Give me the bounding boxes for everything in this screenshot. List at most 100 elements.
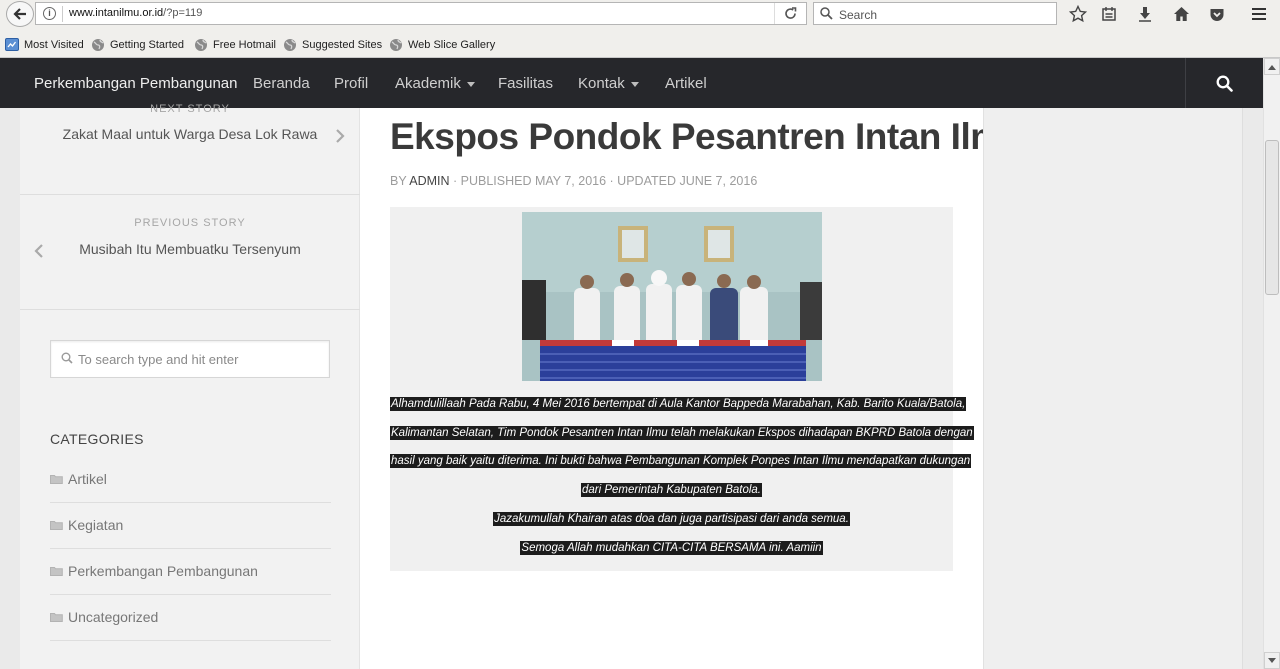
bookmark-getting-started[interactable]: Getting Started — [91, 38, 184, 52]
reading-list-icon — [1102, 7, 1116, 21]
caption-text: dari Pemerintah Kabupaten Batola. — [580, 483, 762, 497]
reading-list-button[interactable] — [1098, 4, 1120, 24]
search-icon — [820, 7, 833, 20]
divider — [20, 194, 360, 195]
group-photo-image — [522, 212, 822, 381]
site-navbar: Perkembangan Pembangunan Beranda Profil … — [0, 58, 1263, 108]
nav-item-fasilitas[interactable]: Fasilitas — [498, 75, 553, 92]
chevron-right-icon[interactable] — [335, 128, 345, 144]
download-icon — [1139, 7, 1151, 22]
left-sidebar: NEXT STORY Zakat Maal untuk Warga Desa L… — [20, 103, 360, 669]
reload-icon — [785, 7, 797, 19]
category-item-kegiatan[interactable]: Kegiatan — [50, 503, 331, 549]
post-meta: BY ADMIN · PUBLISHED MAY 7, 2016 · UPDAT… — [390, 174, 757, 188]
caption-text: Kalimantan Selatan, Tim Pondok Pesantren… — [390, 426, 974, 440]
menu-button[interactable] — [1248, 4, 1270, 24]
reload-button[interactable] — [774, 3, 806, 24]
nav-item-beranda[interactable]: Beranda — [253, 75, 310, 92]
post-photo[interactable] — [522, 212, 822, 381]
menu-icon — [1252, 8, 1266, 20]
nav-item-label: Kontak — [578, 75, 625, 92]
browser-toolbar: i www.intanilmu.or.id/?p=119 Search — [0, 0, 1280, 30]
triangle-down-icon — [1268, 657, 1276, 663]
url-text[interactable]: www.intanilmu.or.id/?p=119 — [69, 7, 202, 19]
caret-down-icon — [630, 81, 639, 87]
nav-item-artikel[interactable]: Artikel — [665, 75, 707, 92]
category-item-perkembangan-pembangunan[interactable]: Perkembangan Pembangunan — [50, 549, 331, 595]
caption-line: dari Pemerintah Kabupaten Batola. — [390, 483, 953, 497]
caption-text: Alhamdulillaah Pada Rabu, 4 Mei 2016 ber… — [390, 397, 967, 411]
next-story-link[interactable]: Zakat Maal untuk Warga Desa Lok Rawa — [20, 126, 360, 142]
globe-icon — [284, 39, 296, 51]
folder-icon — [50, 567, 63, 576]
right-sidebar — [983, 108, 1243, 669]
category-label: Uncategorized — [68, 609, 159, 625]
home-button[interactable] — [1170, 4, 1192, 24]
caption-line: Kalimantan Selatan, Tim Pondok Pesantren… — [390, 426, 974, 440]
bookmarks-bar: Most Visited Getting Started Free Hotmai… — [0, 36, 1280, 56]
nav-search-button[interactable] — [1185, 58, 1263, 108]
post-title: Ekspos Pondok Pesantren Intan Ilmu — [390, 116, 1025, 157]
bookmark-label: Web Slice Gallery — [408, 39, 496, 51]
browser-search-input[interactable]: Search — [813, 2, 1057, 25]
caption-text: hasil yang baik yaitu diterima. Ini bukt… — [390, 454, 972, 468]
category-item-artikel[interactable]: Artikel — [50, 457, 331, 503]
star-icon — [1069, 5, 1087, 23]
caption-line: Semoga Allah mudahkan CITA-CITA BERSAMA … — [390, 541, 953, 555]
chevron-left-icon[interactable] — [34, 243, 44, 259]
search-icon — [61, 352, 73, 364]
globe-icon — [92, 39, 104, 51]
sidebar-search-input[interactable]: To search type and hit enter — [50, 340, 330, 378]
downloads-button[interactable] — [1134, 4, 1156, 24]
previous-story-link[interactable]: Musibah Itu Membuatku Tersenyum — [20, 241, 360, 257]
scroll-down-button[interactable] — [1264, 652, 1280, 669]
scrollbar-thumb[interactable] — [1265, 140, 1279, 295]
pocket-icon — [1210, 8, 1224, 21]
bookmark-label: Suggested Sites — [302, 39, 383, 51]
sidebar-search-placeholder: To search type and hit enter — [78, 352, 239, 367]
meta-by: BY — [390, 174, 410, 188]
meta-dates: · PUBLISHED MAY 7, 2016 · UPDATED JUNE 7… — [449, 174, 758, 188]
nav-item-profil[interactable]: Profil — [334, 75, 368, 92]
caption-text: Semoga Allah mudahkan CITA-CITA BERSAMA … — [520, 541, 823, 555]
category-item-uncategorized[interactable]: Uncategorized — [50, 595, 331, 641]
folder-icon — [50, 613, 63, 622]
bookmark-label: Most Visited — [24, 38, 84, 51]
home-icon — [1173, 7, 1189, 21]
bookmark-most-visited[interactable]: Most Visited — [5, 38, 84, 51]
folder-icon — [50, 475, 63, 484]
vertical-scrollbar[interactable] — [1263, 58, 1280, 669]
bookmark-star-button[interactable] — [1067, 4, 1089, 24]
category-label: Artikel — [68, 471, 107, 487]
url-domain: www.intanilmu.or.id — [69, 7, 164, 19]
globe-icon — [195, 39, 207, 51]
url-bar[interactable]: i www.intanilmu.or.id/?p=119 — [35, 2, 807, 25]
caret-down-icon — [466, 81, 475, 87]
nav-item-kontak[interactable]: Kontak — [578, 75, 639, 92]
nav-item-akademik[interactable]: Akademik — [395, 75, 475, 92]
author-link[interactable]: ADMIN — [409, 174, 449, 188]
post-body: Alhamdulillaah Pada Rabu, 4 Mei 2016 ber… — [390, 207, 974, 571]
pocket-button[interactable] — [1206, 4, 1228, 24]
divider — [20, 309, 360, 310]
category-label: Perkembangan Pembangunan — [68, 563, 258, 579]
nav-item-label: Akademik — [395, 75, 461, 92]
category-label: Kegiatan — [68, 517, 124, 533]
back-arrow-icon — [13, 8, 26, 20]
categories-heading: CATEGORIES — [50, 431, 144, 447]
caption-line: Jazakumullah Khairan atas doa dan juga p… — [390, 512, 953, 526]
site-info-icon[interactable]: i — [43, 7, 56, 20]
browser-search-placeholder: Search — [839, 8, 878, 22]
search-icon — [1216, 75, 1233, 92]
url-path: /?p=119 — [163, 7, 203, 19]
globe-icon — [390, 39, 402, 51]
main-content: Ekspos Pondok Pesantren Intan Ilmu BY AD… — [360, 108, 1025, 669]
previous-story-label: PREVIOUS STORY — [134, 217, 246, 229]
scroll-up-button[interactable] — [1264, 58, 1280, 75]
bookmark-web-slice-gallery[interactable]: Web Slice Gallery — [389, 38, 495, 52]
triangle-up-icon — [1268, 64, 1276, 70]
bookmark-free-hotmail[interactable]: Free Hotmail — [194, 38, 276, 52]
bookmark-suggested-sites[interactable]: Suggested Sites — [283, 38, 382, 52]
back-button[interactable] — [6, 1, 34, 27]
nav-brand-link[interactable]: Perkembangan Pembangunan — [34, 75, 237, 92]
